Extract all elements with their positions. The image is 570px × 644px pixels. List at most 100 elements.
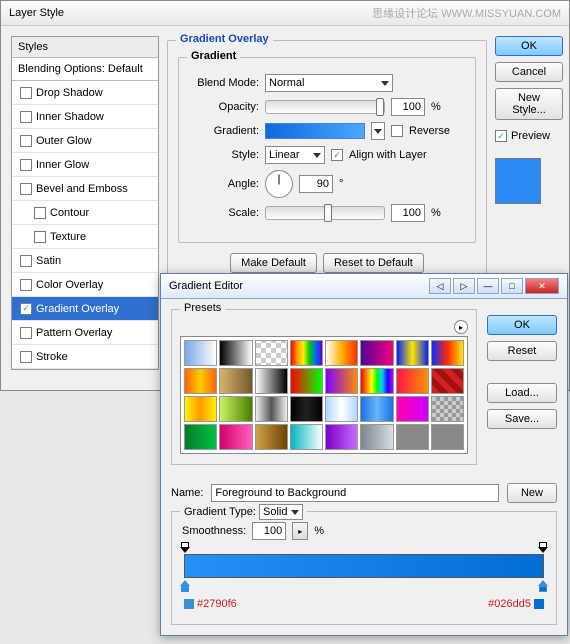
preset-swatch[interactable] — [184, 368, 217, 394]
ge-save-button[interactable]: Save... — [487, 409, 557, 429]
preset-swatch[interactable] — [219, 396, 252, 422]
new-style-button[interactable]: New Style... — [495, 88, 563, 120]
style-checkbox[interactable] — [20, 327, 32, 339]
gradient-name-input[interactable] — [211, 484, 499, 502]
styles-header[interactable]: Styles — [12, 37, 158, 58]
preview-checkbox[interactable]: ✓ — [495, 130, 507, 142]
presets-menu-icon[interactable]: ▸ — [454, 320, 468, 334]
preset-swatch[interactable] — [360, 396, 393, 422]
preset-swatch[interactable] — [396, 340, 429, 366]
preset-swatch[interactable] — [325, 424, 358, 450]
color-stop-right[interactable] — [538, 580, 548, 592]
style-checkbox[interactable]: ✓ — [20, 303, 32, 315]
style-item-inner-glow[interactable]: Inner Glow — [12, 153, 158, 177]
opacity-input[interactable] — [391, 98, 425, 116]
style-item-inner-shadow[interactable]: Inner Shadow — [12, 105, 158, 129]
style-checkbox[interactable] — [20, 111, 32, 123]
opacity-stop-left[interactable] — [180, 542, 190, 554]
preset-swatch[interactable] — [360, 340, 393, 366]
preset-swatch[interactable] — [219, 424, 252, 450]
preset-swatch[interactable] — [255, 396, 288, 422]
style-item-pattern-overlay[interactable]: Pattern Overlay — [12, 321, 158, 345]
preset-swatch[interactable] — [219, 340, 252, 366]
preset-swatch[interactable] — [431, 396, 464, 422]
style-item-label: Contour — [50, 207, 89, 219]
style-checkbox[interactable] — [20, 135, 32, 147]
align-checkbox[interactable]: ✓ — [331, 149, 343, 161]
style-checkbox[interactable] — [20, 351, 32, 363]
style-checkbox[interactable] — [20, 255, 32, 267]
make-default-button[interactable]: Make Default — [230, 253, 317, 273]
style-item-gradient-overlay[interactable]: ✓Gradient Overlay — [12, 297, 158, 321]
preset-swatch[interactable] — [255, 368, 288, 394]
hex-right: #026dd5 — [488, 598, 544, 610]
preset-swatch[interactable] — [431, 340, 464, 366]
preset-swatch[interactable] — [290, 340, 323, 366]
gradient-type-select[interactable]: Solid — [259, 504, 303, 520]
layer-style-titlebar[interactable]: Layer Style 思缘设计论坛 WWW.MISSYUAN.COM — [1, 1, 569, 26]
preset-swatch[interactable] — [255, 340, 288, 366]
style-checkbox[interactable] — [20, 279, 32, 291]
style-checkbox[interactable] — [20, 183, 32, 195]
new-gradient-button[interactable]: New — [507, 483, 557, 503]
blending-options-row[interactable]: Blending Options: Default — [12, 58, 158, 81]
preset-swatch[interactable] — [290, 396, 323, 422]
style-select[interactable]: Linear — [265, 146, 325, 164]
gradient-editor-titlebar[interactable]: Gradient Editor ◁ ▷ — □ ✕ — [161, 274, 567, 299]
preset-swatch[interactable] — [360, 368, 393, 394]
angle-input[interactable] — [299, 175, 333, 193]
smoothness-input[interactable] — [252, 522, 286, 540]
style-item-contour[interactable]: Contour — [12, 201, 158, 225]
gradient-swatch[interactable] — [265, 123, 365, 139]
style-item-texture[interactable]: Texture — [12, 225, 158, 249]
blend-mode-select[interactable]: Normal — [265, 74, 393, 92]
ok-button[interactable]: OK — [495, 36, 563, 56]
gradient-bar[interactable] — [184, 554, 544, 578]
opacity-slider[interactable] — [265, 100, 385, 114]
preset-swatch[interactable] — [219, 368, 252, 394]
style-checkbox[interactable] — [34, 207, 46, 219]
angle-dial[interactable] — [265, 170, 293, 198]
close-button[interactable]: ✕ — [525, 278, 559, 294]
preset-swatch[interactable] — [184, 396, 217, 422]
preset-swatch[interactable] — [431, 368, 464, 394]
prev-button[interactable]: ◁ — [429, 278, 451, 294]
preset-swatch[interactable] — [431, 424, 464, 450]
color-stop-left[interactable] — [180, 580, 190, 592]
next-button[interactable]: ▷ — [453, 278, 475, 294]
preset-swatch[interactable] — [290, 368, 323, 394]
reset-default-button[interactable]: Reset to Default — [323, 253, 424, 273]
ge-reset-button[interactable]: Reset — [487, 341, 557, 361]
scale-input[interactable] — [391, 204, 425, 222]
preset-swatch[interactable] — [325, 396, 358, 422]
style-checkbox[interactable] — [20, 159, 32, 171]
preset-swatch[interactable] — [255, 424, 288, 450]
preset-swatch[interactable] — [184, 340, 217, 366]
style-checkbox[interactable] — [34, 231, 46, 243]
style-item-bevel-and-emboss[interactable]: Bevel and Emboss — [12, 177, 158, 201]
cancel-button[interactable]: Cancel — [495, 62, 563, 82]
ge-load-button[interactable]: Load... — [487, 383, 557, 403]
preset-swatch[interactable] — [325, 340, 358, 366]
ge-ok-button[interactable]: OK — [487, 315, 557, 335]
preset-swatch[interactable] — [396, 424, 429, 450]
style-item-drop-shadow[interactable]: Drop Shadow — [12, 81, 158, 105]
style-item-satin[interactable]: Satin — [12, 249, 158, 273]
style-item-outer-glow[interactable]: Outer Glow — [12, 129, 158, 153]
style-item-stroke[interactable]: Stroke — [12, 345, 158, 369]
preset-swatch[interactable] — [360, 424, 393, 450]
opacity-stop-right[interactable] — [538, 542, 548, 554]
gradient-dropdown[interactable] — [371, 122, 385, 140]
preset-swatch[interactable] — [396, 396, 429, 422]
reverse-checkbox[interactable] — [391, 125, 403, 137]
smoothness-stepper[interactable]: ▸ — [292, 522, 308, 540]
preset-swatch[interactable] — [325, 368, 358, 394]
style-item-color-overlay[interactable]: Color Overlay — [12, 273, 158, 297]
preset-swatch[interactable] — [396, 368, 429, 394]
preset-swatch[interactable] — [290, 424, 323, 450]
maximize-button[interactable]: □ — [501, 278, 523, 294]
preset-swatch[interactable] — [184, 424, 217, 450]
minimize-button[interactable]: — — [477, 278, 499, 294]
style-checkbox[interactable] — [20, 87, 32, 99]
scale-slider[interactable] — [265, 206, 385, 220]
